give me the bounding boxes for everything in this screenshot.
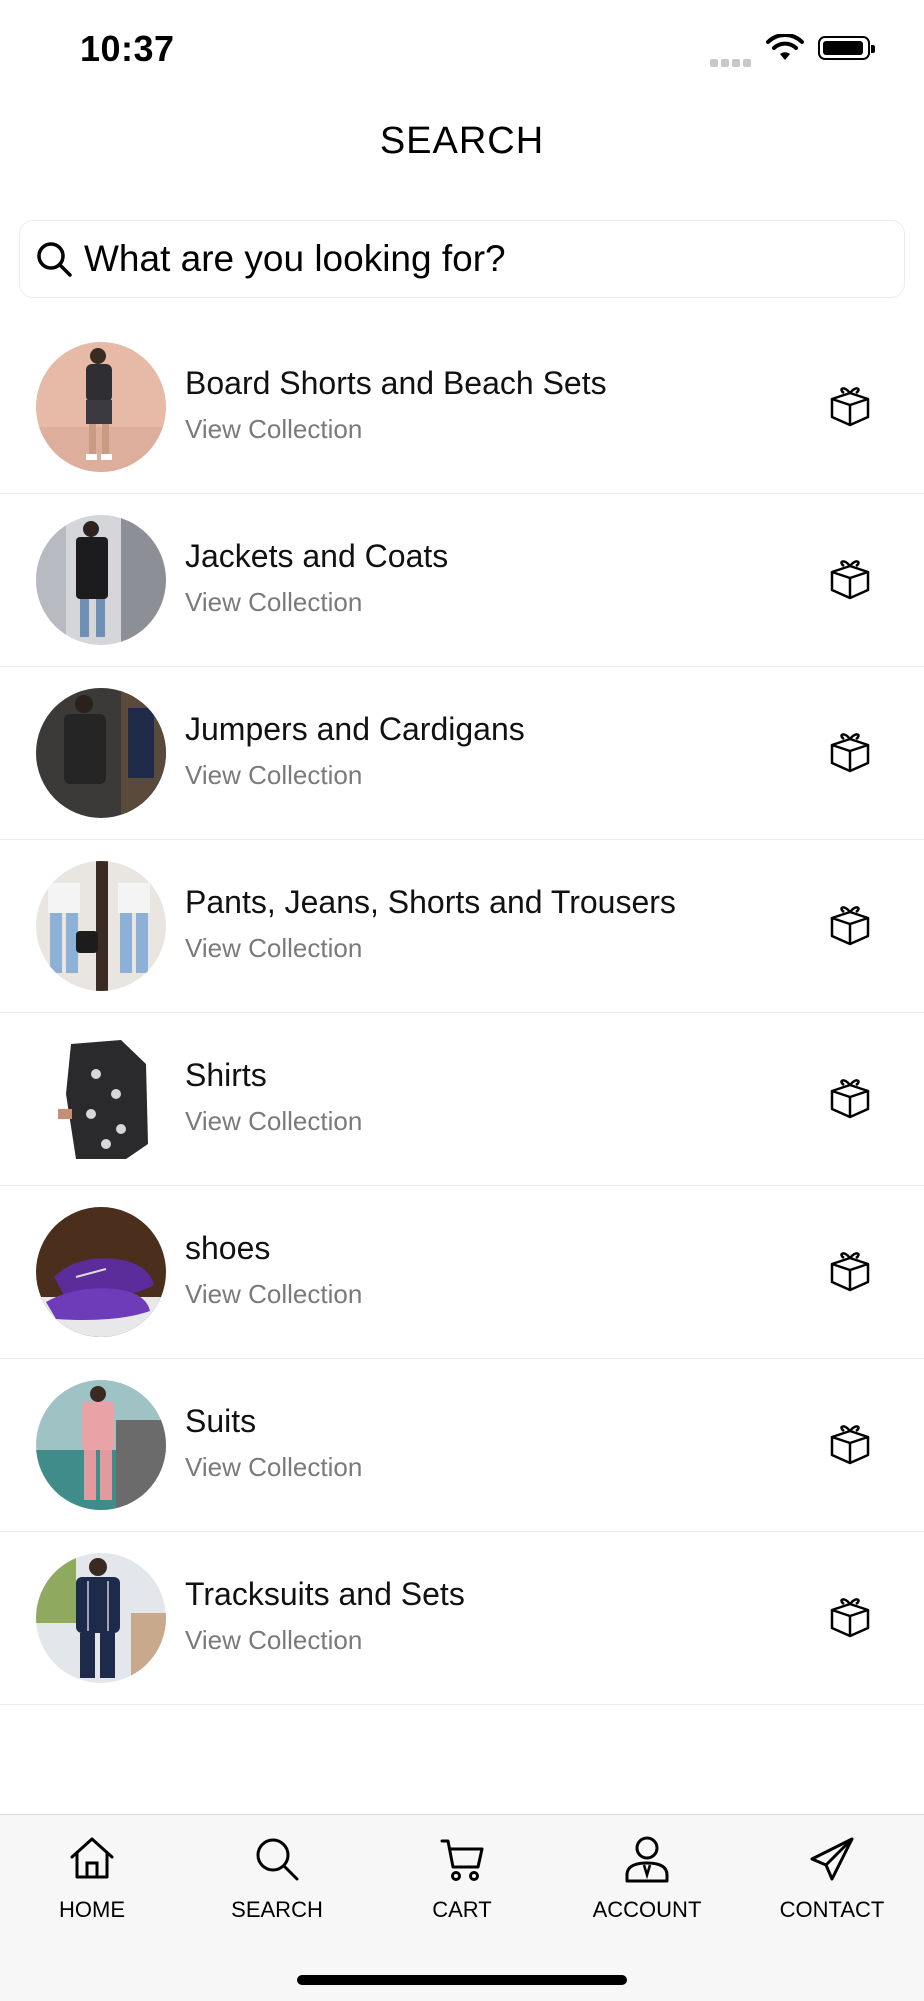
gift-box-icon[interactable] bbox=[826, 731, 874, 775]
collection-row-pants[interactable]: Pants, Jeans, Shorts and Trousers View C… bbox=[0, 840, 924, 1013]
view-collection-link[interactable]: View Collection bbox=[185, 760, 362, 791]
tab-label: CONTACT bbox=[779, 1897, 885, 1922]
view-collection-link[interactable]: View Collection bbox=[185, 414, 362, 445]
home-indicator bbox=[297, 1975, 627, 1985]
tab-account[interactable]: ACCOUNT bbox=[555, 1815, 739, 1935]
collection-row-tracksuits[interactable]: Tracksuits and Sets View Collection bbox=[0, 1532, 924, 1705]
battery-icon bbox=[818, 36, 875, 60]
collection-row-suits[interactable]: Suits View Collection bbox=[0, 1359, 924, 1532]
gift-box-icon[interactable] bbox=[826, 904, 874, 948]
collection-title: Suits bbox=[185, 1403, 257, 1439]
tab-label: HOME bbox=[59, 1897, 125, 1922]
collection-title: Jackets and Coats bbox=[185, 538, 449, 574]
collection-thumbnail bbox=[36, 1553, 166, 1683]
tab-home[interactable]: HOME bbox=[0, 1815, 184, 1935]
search-bar[interactable] bbox=[19, 220, 905, 298]
collection-list: Board Shorts and Beach Sets View Collect… bbox=[0, 321, 924, 1705]
bottom-tab-bar: HOME SEARCH CART ACCOUNT CONTACT bbox=[0, 1814, 924, 2001]
search-input[interactable] bbox=[84, 221, 884, 297]
tab-contact[interactable]: CONTACT bbox=[740, 1815, 924, 1935]
paper-plane-icon bbox=[810, 1837, 854, 1881]
view-collection-link[interactable]: View Collection bbox=[185, 1625, 362, 1656]
collection-thumbnail bbox=[36, 1380, 166, 1510]
cart-icon bbox=[440, 1839, 484, 1881]
collection-title: Tracksuits and Sets bbox=[185, 1576, 465, 1612]
status-bar: 10:37 bbox=[0, 0, 924, 100]
gift-box-icon[interactable] bbox=[826, 1250, 874, 1294]
collection-row-board-shorts[interactable]: Board Shorts and Beach Sets View Collect… bbox=[0, 321, 924, 494]
collection-title: shoes bbox=[185, 1230, 271, 1266]
search-icon bbox=[37, 242, 72, 277]
tab-cart[interactable]: CART bbox=[370, 1815, 554, 1935]
view-collection-link[interactable]: View Collection bbox=[185, 1452, 362, 1483]
tab-label: ACCOUNT bbox=[592, 1897, 702, 1922]
collection-thumbnail bbox=[36, 1207, 166, 1337]
account-icon bbox=[625, 1836, 669, 1883]
collection-thumbnail bbox=[36, 1034, 166, 1164]
collection-title: Shirts bbox=[185, 1057, 267, 1093]
view-collection-link[interactable]: View Collection bbox=[185, 933, 362, 964]
gift-box-icon[interactable] bbox=[826, 558, 874, 602]
collection-thumbnail bbox=[36, 515, 166, 645]
collection-thumbnail bbox=[36, 688, 166, 818]
view-collection-link[interactable]: View Collection bbox=[185, 1279, 362, 1310]
cellular-signal-icon bbox=[710, 54, 754, 72]
gift-box-icon[interactable] bbox=[826, 1596, 874, 1640]
tab-search[interactable]: SEARCH bbox=[185, 1815, 369, 1935]
gift-box-icon[interactable] bbox=[826, 385, 874, 429]
view-collection-link[interactable]: View Collection bbox=[185, 1106, 362, 1137]
collection-title: Board Shorts and Beach Sets bbox=[185, 365, 607, 401]
wifi-icon bbox=[766, 34, 804, 60]
collection-row-shirts[interactable]: Shirts View Collection bbox=[0, 1013, 924, 1186]
collection-title: Jumpers and Cardigans bbox=[185, 711, 525, 747]
collection-row-jumpers[interactable]: Jumpers and Cardigans View Collection bbox=[0, 667, 924, 840]
collection-row-shoes[interactable]: shoes View Collection bbox=[0, 1186, 924, 1359]
page-title: SEARCH bbox=[379, 120, 545, 162]
tab-label: SEARCH bbox=[231, 1897, 323, 1922]
collection-row-jackets[interactable]: Jackets and Coats View Collection bbox=[0, 494, 924, 667]
gift-box-icon[interactable] bbox=[826, 1077, 874, 1121]
collection-thumbnail bbox=[36, 861, 166, 991]
view-collection-link[interactable]: View Collection bbox=[185, 587, 362, 618]
collection-title: Pants, Jeans, Shorts and Trousers bbox=[185, 884, 676, 920]
status-time: 10:37 bbox=[80, 28, 175, 69]
home-icon bbox=[70, 1837, 114, 1879]
collection-thumbnail bbox=[36, 342, 166, 472]
search-icon bbox=[256, 1838, 299, 1881]
tab-label: CART bbox=[432, 1897, 492, 1922]
gift-box-icon[interactable] bbox=[826, 1423, 874, 1467]
